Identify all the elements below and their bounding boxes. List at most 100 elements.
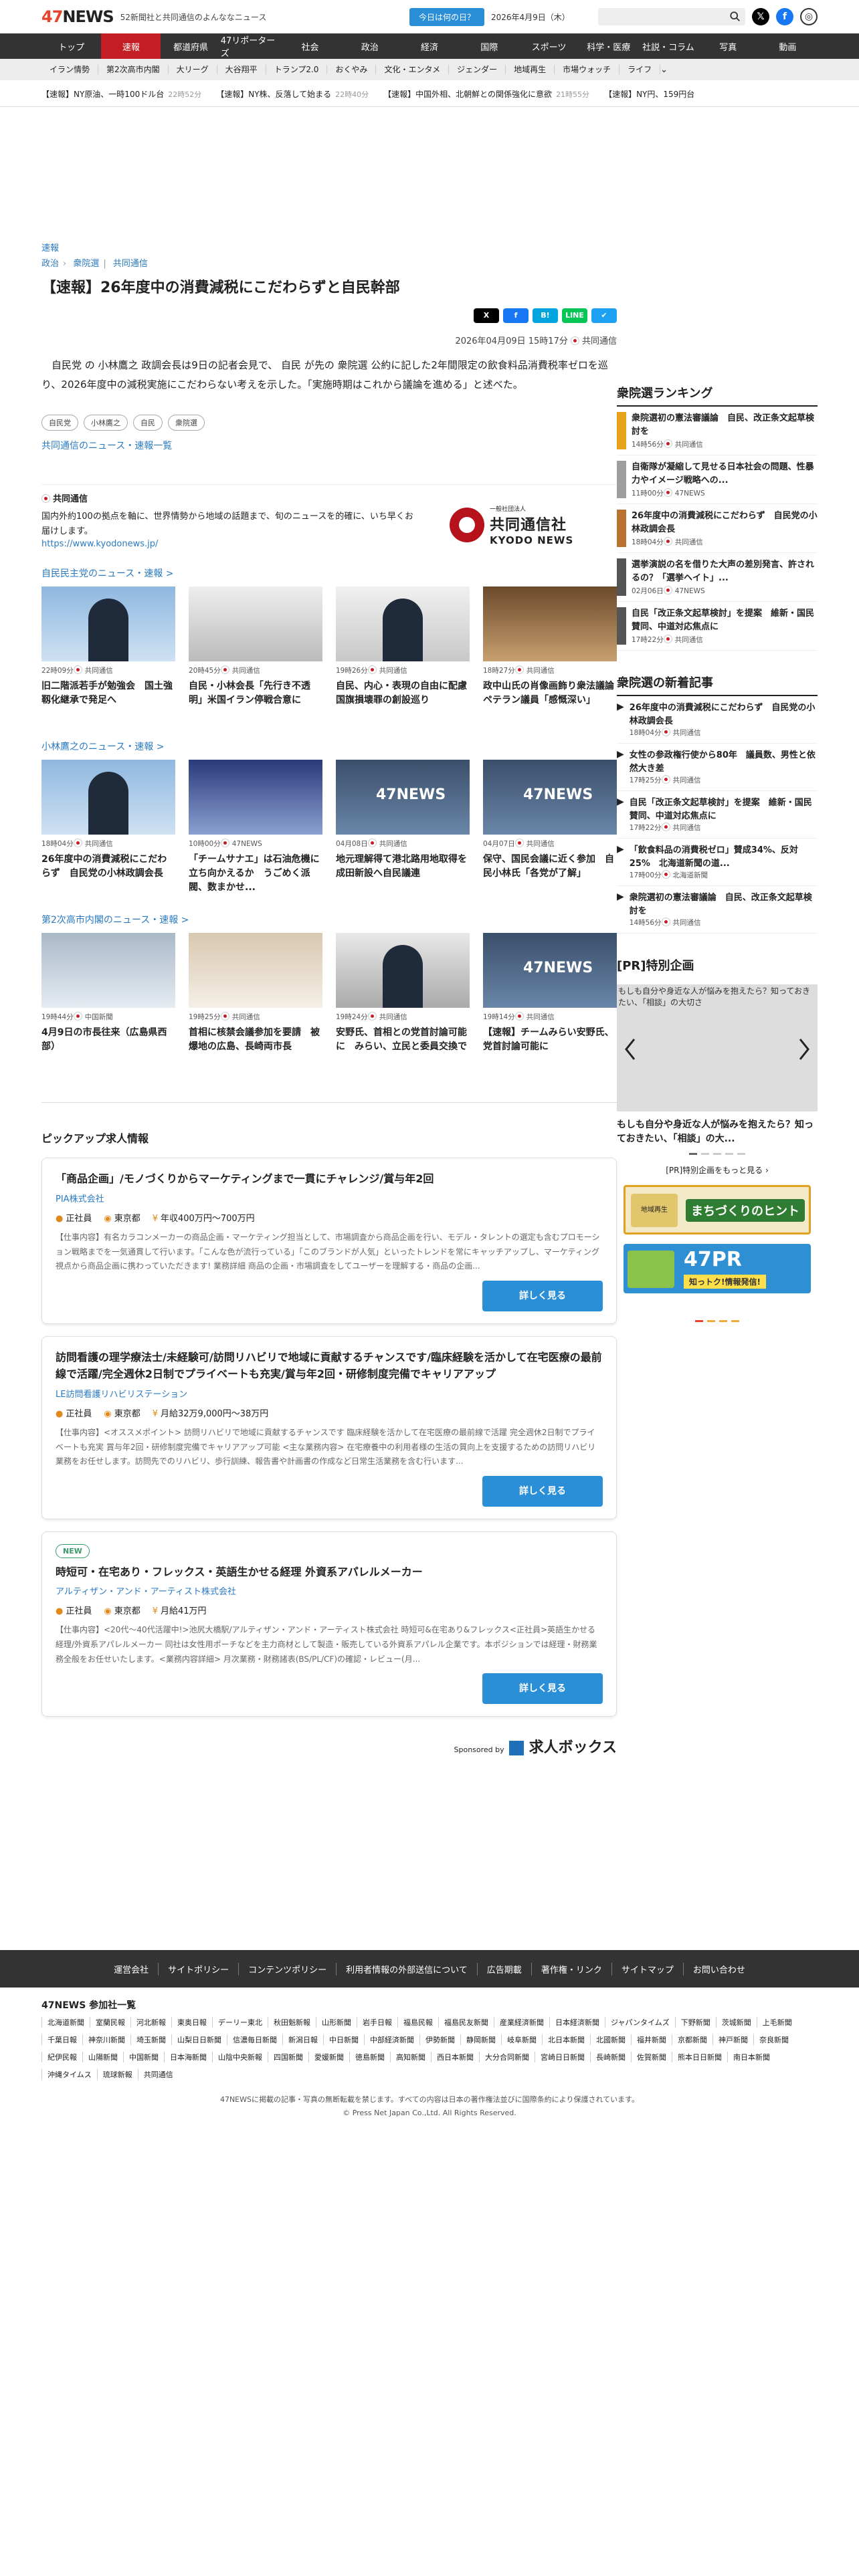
partner-link[interactable]: 北國新聞 xyxy=(590,2034,631,2045)
thumbnail-image[interactable] xyxy=(41,933,175,1008)
partner-link[interactable]: 山陰中央新報 xyxy=(212,2052,268,2062)
tag[interactable]: 小林鷹之 xyxy=(84,415,128,431)
news-card[interactable]: 19時44分 中国新聞 4月9日の市長往来（広島県西部） xyxy=(41,933,175,1069)
partner-link[interactable]: 日本経済新聞 xyxy=(549,2017,605,2028)
pr-carousel[interactable]: もしも自分や身近な人が悩みを抱えたら？知っておきたい、「相談」の大切さ xyxy=(617,984,818,1111)
ticker-item[interactable]: 【速報】NY円、159円台 xyxy=(604,88,698,100)
job-title[interactable]: 「商品企画」/モノづくりからマーケティングまで一貫にチャレンジ/賞与年2回 xyxy=(56,1170,603,1188)
gnav-item[interactable]: 写真 xyxy=(698,33,758,59)
share-hatena-icon[interactable]: B! xyxy=(533,308,558,323)
snav-item[interactable]: トランプ2.0 xyxy=(266,65,328,74)
partner-link[interactable]: 福島民報 xyxy=(397,2017,438,2028)
partner-link[interactable]: 茨城新聞 xyxy=(715,2017,757,2028)
detail-button[interactable]: 詳しく見る xyxy=(482,1673,603,1705)
news-card[interactable]: 18時27分 共同通信 政中山氏の肖像画飾り衆法議論 ペテラン議員「感慨深い」 xyxy=(483,586,617,722)
ranking-item[interactable]: 26年度中の消費減税にこだわらず 自民党の小林政調会長 18時04分 共同通信 xyxy=(617,504,818,553)
breadcrumb-item[interactable]: 共同通信 xyxy=(113,259,148,269)
ranking-item[interactable]: 自衛隊が凝縮して見せる日本社会の問題、性暴力やイメージ戦略への... 11時00分… xyxy=(617,455,818,504)
sponsor-name[interactable]: 求人ボックス xyxy=(529,1739,617,1756)
share-check-icon[interactable]: ✔ xyxy=(591,308,617,323)
facebook-icon[interactable]: f xyxy=(776,8,793,25)
detail-button[interactable]: 詳しく見る xyxy=(482,1475,603,1507)
tag[interactable]: 自民党 xyxy=(41,415,78,431)
partner-link[interactable]: 福島民友新聞 xyxy=(438,2017,494,2028)
snav-item[interactable]: 地域再生 xyxy=(506,65,555,74)
ticker-item[interactable]: 【速報】NY原油、一時100ドル台 22時52分 xyxy=(41,88,201,100)
ranking-item[interactable]: 選挙演説の名を借りた大声の差別発言、許されるの？「選挙ヘイト」... 02月06日… xyxy=(617,553,818,602)
thumbnail-image[interactable] xyxy=(336,586,470,662)
snav-item[interactable]: ジェンダー xyxy=(449,65,506,74)
partner-link[interactable]: 山陽新聞 xyxy=(82,2052,123,2062)
article-category[interactable]: 速報 xyxy=(41,241,617,253)
gnav-item[interactable]: 政治 xyxy=(340,33,399,59)
news-card[interactable]: 10時00分 47NEWS 「チームサナエ」は石油危機に立ち向かえるか うごめく派閥… xyxy=(189,760,322,895)
partner-link[interactable]: 神奈川新聞 xyxy=(82,2034,130,2045)
partner-link[interactable]: デーリー東北 xyxy=(212,2017,268,2028)
partner-link[interactable]: ジャパンタイムズ xyxy=(605,2017,675,2028)
gnav-item[interactable]: 経済 xyxy=(399,33,459,59)
partner-link[interactable]: 西日本新聞 xyxy=(431,2052,479,2062)
ticker-item[interactable]: 【速報】中国外相、北朝鮮との関係強化に意欲 21時55分 xyxy=(383,88,589,100)
news-card[interactable]: 47NEWS 04月08日 共同通信 地元理解得て港北路用地取得を 成田新設へ自民議連 xyxy=(336,760,470,895)
news-card[interactable]: 18時04分 共同通信 26年度中の消費減税にこだわらず 自民党の小林政調会長 xyxy=(41,760,175,895)
section-title[interactable]: 第2次高市内閣のニュース・速報 > xyxy=(41,913,617,926)
newest-item[interactable]: ▶ 「飲食料品の消費税ゼロ」賛成34%、反対25% 北海道新聞の道... 17時00… xyxy=(617,839,818,886)
share-line-icon[interactable]: LINE xyxy=(562,308,587,323)
gnav-item[interactable]: 科学・医療 xyxy=(579,33,638,59)
gnav-item[interactable]: 社会 xyxy=(280,33,340,59)
search-input[interactable] xyxy=(598,8,745,25)
carousel-prev-icon[interactable] xyxy=(624,1038,637,1061)
partner-link[interactable]: 愛媛新聞 xyxy=(308,2052,349,2062)
partner-link[interactable]: 大分合同新聞 xyxy=(479,2052,535,2062)
section-title[interactable]: 自民民主党のニュース・速報 > xyxy=(41,566,617,580)
x-icon[interactable]: 𝕏 xyxy=(752,8,769,25)
banner-47pr[interactable]: 47PR 知っトク!情報発信! xyxy=(624,1244,811,1293)
partner-link[interactable]: 新潟日報 xyxy=(282,2034,323,2045)
news-card[interactable]: 47NEWS 04月07日 共同通信 保守、国民会議に近く参加 自民小林氏「各党が了解… xyxy=(483,760,617,895)
partner-link[interactable]: 秋田魁新報 xyxy=(268,2017,316,2028)
partner-link[interactable]: 北日本新聞 xyxy=(542,2034,590,2045)
share-x-icon[interactable]: X xyxy=(474,308,499,323)
thumbnail-image[interactable]: 47NEWS xyxy=(336,760,470,835)
gnav-item[interactable]: 社説・コラム xyxy=(638,33,698,59)
partner-link[interactable]: 河北新報 xyxy=(130,2017,171,2028)
partner-link[interactable]: 京都新聞 xyxy=(672,2034,712,2045)
partner-link[interactable]: 産業経済新聞 xyxy=(494,2017,549,2028)
source-news-link[interactable]: 共同通信のニュース・速報一覧 xyxy=(41,439,617,452)
footer-link[interactable]: コンテンツポリシー xyxy=(238,1962,336,1975)
partner-link[interactable]: 上毛新聞 xyxy=(756,2017,797,2028)
gnav-item[interactable]: 都道府県 xyxy=(161,33,220,59)
partner-link[interactable]: 四国新聞 xyxy=(268,2052,308,2062)
provider-url[interactable]: https://www.kyodonews.jp/ xyxy=(41,539,158,549)
tag[interactable]: 衆院選 xyxy=(168,415,205,431)
partner-link[interactable]: 紀伊民報 xyxy=(41,2052,82,2062)
pr-caption[interactable]: もしも自分や身近な人が悩みを抱えたら？知っておきたい、「相談」の大... xyxy=(617,1118,818,1146)
footer-link[interactable]: 広告期載 xyxy=(476,1962,531,1975)
snav-item[interactable]: 文化・エンタメ xyxy=(376,65,450,74)
partner-link[interactable]: 共同通信 xyxy=(137,2069,179,2080)
job-title[interactable]: 訪問看護の理学療法士/未経験可/訪問リハビリで地域に貢献するチャンスです/臨床経… xyxy=(56,1349,603,1383)
partner-link[interactable]: 埼玉新聞 xyxy=(130,2034,171,2045)
tag[interactable]: 自民 xyxy=(133,415,163,431)
ranking-item[interactable]: 衆院選初の憲法審議論 自民、改正条文起草検討を 14時56分 共同通信 xyxy=(617,407,818,455)
thumbnail-image[interactable] xyxy=(189,760,322,835)
partner-link[interactable]: 信濃毎日新聞 xyxy=(227,2034,282,2045)
snav-item[interactable]: おくやみ xyxy=(327,65,377,74)
newest-item[interactable]: ▶ 自民「改正条文起草検討」を提案 維新・国民賛同、中道対応焦点に 17時22分 共同… xyxy=(617,791,818,839)
footer-link[interactable]: お問い合わせ xyxy=(682,1962,755,1975)
news-card[interactable]: 19時24分 共同通信 安野氏、首相との党首討論可能に みらい、立民と委員交換で xyxy=(336,933,470,1069)
gnav-item[interactable]: スポーツ xyxy=(519,33,579,59)
partner-link[interactable]: 中日新聞 xyxy=(323,2034,364,2045)
partner-link[interactable]: 北海道新聞 xyxy=(41,2017,90,2028)
partner-link[interactable]: 室蘭民報 xyxy=(90,2017,130,2028)
site-logo[interactable]: 47NEWS xyxy=(41,7,114,26)
thumbnail-image[interactable] xyxy=(41,760,175,835)
newest-item[interactable]: ▶ 衆院選初の憲法審議論 自民、改正条文起草検討を 14時56分 共同通信 xyxy=(617,886,818,934)
thumbnail-image[interactable] xyxy=(336,933,470,1008)
partner-link[interactable]: 福井新聞 xyxy=(631,2034,672,2045)
search-icon[interactable] xyxy=(729,11,741,23)
snav-item[interactable]: 市場ウォッチ xyxy=(555,65,620,74)
snav-item[interactable]: ライフ xyxy=(619,65,661,74)
share-facebook-icon[interactable]: f xyxy=(503,308,529,323)
thumbnail-image[interactable] xyxy=(41,586,175,662)
